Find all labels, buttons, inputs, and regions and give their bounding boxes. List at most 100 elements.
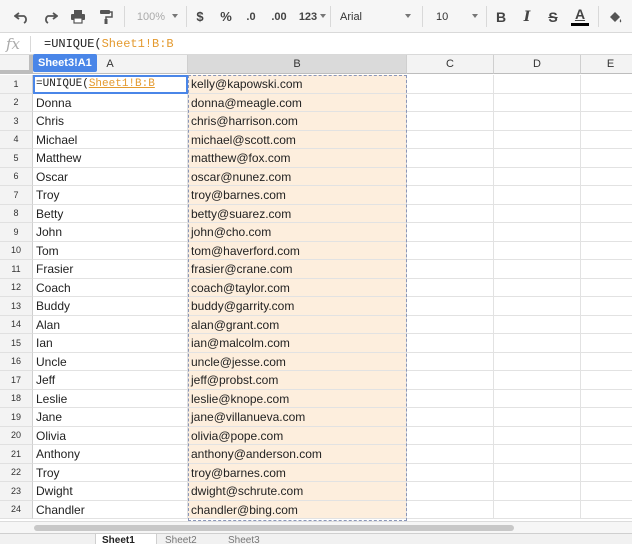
cell-a[interactable]: Donna [33, 93, 188, 112]
cell-a[interactable]: Chris [33, 112, 188, 131]
cell-a[interactable]: Tom [33, 241, 188, 260]
row-header[interactable]: 3 [0, 112, 33, 131]
cell-c[interactable] [407, 408, 494, 427]
cell-c[interactable] [407, 112, 494, 131]
row-header[interactable]: 15 [0, 334, 33, 353]
cell-e[interactable] [581, 186, 632, 205]
cell-c[interactable] [407, 315, 494, 334]
strikethrough-button[interactable]: S [542, 0, 564, 33]
cell-c[interactable] [407, 204, 494, 223]
cell-d[interactable] [494, 186, 581, 205]
cell-b[interactable]: troy@barnes.com [188, 186, 407, 205]
cell-d[interactable] [494, 426, 581, 445]
cell-a[interactable]: Troy [33, 186, 188, 205]
cell-b[interactable]: jeff@probst.com [188, 371, 407, 390]
sheet-tab-2[interactable]: Sheet2 [159, 534, 219, 544]
increase-decimals-button[interactable]: .00 [264, 0, 294, 33]
cell-b[interactable]: tom@haverford.com [188, 241, 407, 260]
cell-b[interactable]: john@cho.com [188, 223, 407, 242]
column-header-b[interactable]: B [188, 55, 407, 74]
bold-button[interactable]: B [490, 0, 512, 33]
cell-a[interactable]: Troy [33, 463, 188, 482]
cell-c[interactable] [407, 297, 494, 316]
decrease-decimals-button[interactable]: .0 [238, 0, 264, 33]
cell-b[interactable]: chris@harrison.com [188, 112, 407, 131]
cell-b[interactable]: michael@scott.com [188, 130, 407, 149]
cell-c[interactable] [407, 500, 494, 519]
cell-e[interactable] [581, 75, 632, 94]
cell-d[interactable] [494, 297, 581, 316]
cell-b[interactable]: frasier@crane.com [188, 260, 407, 279]
select-all-corner[interactable] [0, 55, 33, 74]
cell-e[interactable] [581, 242, 632, 260]
cell-b[interactable]: chandler@bing.com [188, 500, 407, 519]
cell-e[interactable] [581, 334, 632, 353]
cell-a[interactable]: Uncle [33, 352, 188, 371]
cell-e[interactable] [581, 445, 632, 464]
cell-e[interactable] [581, 94, 632, 112]
cell-a[interactable]: Alan [33, 315, 188, 334]
cell-b[interactable]: betty@suarez.com [188, 204, 407, 223]
cell-a[interactable]: Olivia [33, 426, 188, 445]
cell-d[interactable] [494, 278, 581, 297]
cell-a[interactable]: Oscar [33, 167, 188, 186]
print-icon[interactable] [66, 0, 90, 33]
cell-b[interactable]: coach@taylor.com [188, 278, 407, 297]
cell-e[interactable] [581, 353, 632, 371]
currency-button[interactable]: $ [190, 0, 210, 33]
row-header[interactable]: 11 [0, 260, 33, 279]
cell-b[interactable]: jane@villanueva.com [188, 408, 407, 427]
row-header[interactable]: 10 [0, 241, 33, 260]
cell-e[interactable] [581, 223, 632, 242]
column-header-d[interactable]: D [494, 55, 581, 74]
row-header[interactable]: 7 [0, 186, 33, 205]
row-header[interactable]: 23 [0, 482, 33, 501]
cell-c[interactable] [407, 278, 494, 297]
text-color-button[interactable]: A [568, 0, 592, 33]
cell-e[interactable] [581, 316, 632, 334]
cell-b[interactable]: olivia@pope.com [188, 426, 407, 445]
scrollbar-thumb[interactable] [34, 525, 514, 531]
cell-c[interactable] [407, 223, 494, 242]
row-header[interactable]: 20 [0, 426, 33, 445]
cell-a[interactable]: Coach [33, 278, 188, 297]
cell-a[interactable]: John [33, 223, 188, 242]
cell-e[interactable] [581, 371, 632, 390]
cell-a[interactable]: Anthony [33, 445, 188, 464]
cell-d[interactable] [494, 260, 581, 279]
cell-d[interactable] [494, 408, 581, 427]
row-header[interactable]: 24 [0, 500, 33, 519]
cell-a[interactable]: Chandler [33, 500, 188, 519]
cell-e[interactable] [581, 427, 632, 445]
cell-a[interactable]: Ian [33, 334, 188, 353]
italic-button[interactable]: I [516, 0, 538, 33]
cell-d[interactable] [494, 223, 581, 242]
cell-d[interactable] [494, 315, 581, 334]
row-header[interactable]: 1 [0, 75, 33, 94]
cell-e[interactable] [581, 149, 632, 168]
cell-c[interactable] [407, 241, 494, 260]
row-header[interactable]: 5 [0, 149, 33, 168]
cell-d[interactable] [494, 149, 581, 168]
cell-a[interactable]: Frasier [33, 260, 188, 279]
cell-e[interactable] [581, 297, 632, 316]
cell-d[interactable] [494, 352, 581, 371]
cell-d[interactable] [494, 389, 581, 408]
cell-e[interactable] [581, 260, 632, 279]
cell-b[interactable]: buddy@garrity.com [188, 297, 407, 316]
cell-b[interactable]: alan@grant.com [188, 315, 407, 334]
sheet-tab-3[interactable]: Sheet3 [222, 534, 282, 544]
cell-e[interactable] [581, 408, 632, 427]
row-header[interactable]: 21 [0, 445, 33, 464]
cell-d[interactable] [494, 445, 581, 464]
row-header[interactable]: 22 [0, 463, 33, 482]
cell-b[interactable]: oscar@nunez.com [188, 167, 407, 186]
cell-b[interactable]: ian@malcolm.com [188, 334, 407, 353]
cell-b[interactable]: dwight@schrute.com [188, 482, 407, 501]
cell-a[interactable]: Buddy [33, 297, 188, 316]
cell-d[interactable] [494, 334, 581, 353]
cell-d[interactable] [494, 130, 581, 149]
column-header-e[interactable]: E [581, 55, 632, 74]
cell-c[interactable] [407, 130, 494, 149]
cell-c[interactable] [407, 445, 494, 464]
